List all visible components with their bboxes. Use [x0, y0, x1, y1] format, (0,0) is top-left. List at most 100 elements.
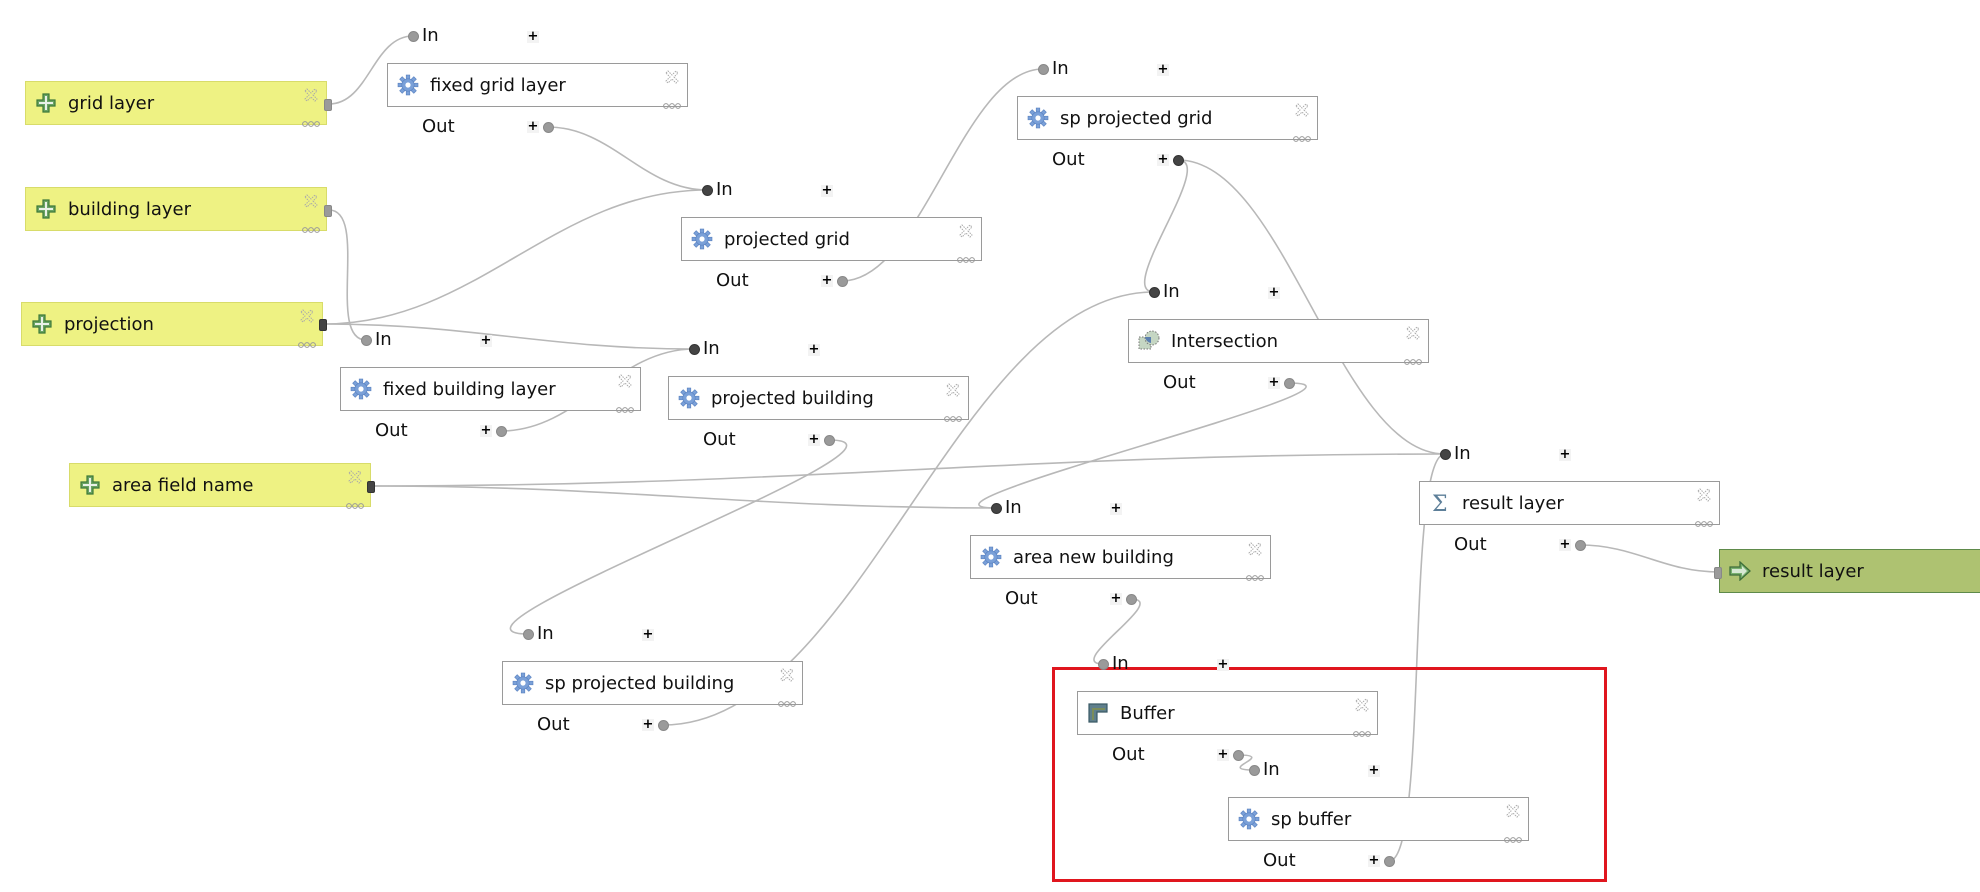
more-options-icon[interactable]	[1292, 128, 1312, 142]
more-options-icon[interactable]	[345, 495, 365, 509]
add-output-button[interactable]: +	[1368, 854, 1380, 867]
remove-icon[interactable]	[957, 222, 975, 240]
more-options-icon[interactable]	[956, 249, 976, 263]
remove-icon[interactable]	[346, 468, 364, 486]
more-options-icon[interactable]	[777, 693, 797, 707]
remove-icon[interactable]	[302, 86, 320, 104]
input-port-dot[interactable]	[1149, 287, 1160, 298]
algorithm-node-result-layer-alg[interactable]: Σ result layer	[1419, 481, 1720, 527]
input-port-dot[interactable]	[689, 344, 700, 355]
add-output-button[interactable]: +	[821, 274, 833, 287]
add-input-button[interactable]: +	[808, 343, 820, 356]
remove-icon[interactable]	[298, 307, 316, 325]
input-port-dot[interactable]	[523, 629, 534, 640]
add-output-button[interactable]: +	[642, 718, 654, 731]
more-options-icon[interactable]	[1503, 829, 1523, 843]
remove-icon[interactable]	[944, 381, 962, 399]
input-port-dot[interactable]	[1098, 659, 1109, 670]
out-port-label: Out	[422, 116, 455, 137]
output-port-dot[interactable]	[824, 435, 835, 446]
algorithm-node-fixed-grid-layer[interactable]: fixed grid layer	[387, 63, 688, 109]
add-input-button[interactable]: +	[1110, 502, 1122, 515]
remove-icon[interactable]	[616, 372, 634, 390]
output-port-dot[interactable]	[837, 276, 848, 287]
add-input-button[interactable]: +	[1559, 448, 1571, 461]
add-input-button[interactable]: +	[1268, 286, 1280, 299]
algorithm-node-sp-projected-grid[interactable]: sp projected grid	[1017, 96, 1318, 142]
algorithm-node-projected-building[interactable]: projected building	[668, 376, 969, 422]
more-options-icon[interactable]	[662, 95, 682, 109]
remove-icon[interactable]	[1353, 696, 1371, 714]
remove-icon[interactable]	[1293, 101, 1311, 119]
add-input-button[interactable]: +	[1157, 63, 1169, 76]
input-port-dot[interactable]	[408, 31, 419, 42]
input-node-area-field-name[interactable]: area field name	[69, 463, 371, 509]
more-options-icon[interactable]	[1352, 723, 1372, 737]
output-port-dot[interactable]	[543, 122, 554, 133]
input-port-dot[interactable]	[1440, 449, 1451, 460]
output-node-result-layer[interactable]: result layer	[1719, 549, 1980, 593]
add-input-button[interactable]: +	[821, 184, 833, 197]
more-options-icon[interactable]	[297, 334, 317, 348]
input-port-dot[interactable]	[361, 335, 372, 346]
algorithm-node-intersection[interactable]: Intersection	[1128, 319, 1429, 365]
add-output-button[interactable]: +	[1559, 538, 1571, 551]
output-port-dot[interactable]	[1384, 856, 1395, 867]
input-port-dot[interactable]	[702, 185, 713, 196]
output-port-dot[interactable]	[658, 720, 669, 731]
output-port-dot[interactable]	[1284, 378, 1295, 389]
add-output-button[interactable]: +	[1268, 376, 1280, 389]
algorithm-node-area-new-building[interactable]: area new building	[970, 535, 1271, 581]
algorithm-node-buffer[interactable]: Buffer	[1077, 691, 1378, 737]
more-options-icon[interactable]	[1245, 567, 1265, 581]
node-label: projection	[64, 313, 154, 335]
add-input-button[interactable]: +	[1217, 658, 1229, 671]
node-label: projected grid	[724, 228, 850, 250]
algorithm-node-fixed-building-layer[interactable]: fixed building layer	[340, 367, 641, 413]
output-input-port[interactable]	[1714, 567, 1722, 579]
input-node-building-layer[interactable]: building layer	[25, 187, 327, 233]
output-port-dot[interactable]	[1126, 594, 1137, 605]
add-output-button[interactable]: +	[808, 433, 820, 446]
add-output-button[interactable]: +	[1110, 592, 1122, 605]
more-options-icon[interactable]	[615, 399, 635, 413]
add-output-button[interactable]: +	[527, 120, 539, 133]
add-output-button[interactable]: +	[1157, 153, 1169, 166]
more-options-icon[interactable]	[943, 408, 963, 422]
remove-icon[interactable]	[663, 68, 681, 86]
output-port-dot[interactable]	[1173, 155, 1184, 166]
input-port-dot[interactable]	[991, 503, 1002, 514]
remove-icon[interactable]	[302, 192, 320, 210]
input-output-port[interactable]	[324, 99, 332, 111]
algorithm-node-sp-projected-building[interactable]: sp projected building	[502, 661, 803, 707]
more-options-icon[interactable]	[301, 113, 321, 127]
algorithm-node-sp-buffer[interactable]: sp buffer	[1228, 797, 1529, 843]
in-port-label: In	[1052, 58, 1069, 79]
algorithm-node-projected-grid[interactable]: projected grid	[681, 217, 982, 263]
input-port-dot[interactable]	[1249, 765, 1260, 776]
more-options-icon[interactable]	[1403, 351, 1423, 365]
output-port-dot[interactable]	[496, 426, 507, 437]
more-options-icon[interactable]	[301, 219, 321, 233]
input-output-port[interactable]	[319, 319, 327, 331]
input-node-projection[interactable]: projection	[21, 302, 323, 348]
input-node-grid-layer[interactable]: grid layer	[25, 81, 327, 127]
remove-icon[interactable]	[1695, 486, 1713, 504]
add-input-button[interactable]: +	[1368, 764, 1380, 777]
add-output-button[interactable]: +	[1217, 748, 1229, 761]
remove-icon[interactable]	[1504, 802, 1522, 820]
gear-icon	[396, 73, 420, 97]
add-input-button[interactable]: +	[642, 628, 654, 641]
input-output-port[interactable]	[367, 481, 375, 493]
input-port-dot[interactable]	[1038, 64, 1049, 75]
remove-icon[interactable]	[1246, 540, 1264, 558]
more-options-icon[interactable]	[1694, 513, 1714, 527]
output-port-dot[interactable]	[1575, 540, 1586, 551]
add-input-button[interactable]: +	[480, 334, 492, 347]
remove-icon[interactable]	[778, 666, 796, 684]
add-output-button[interactable]: +	[480, 424, 492, 437]
add-input-button[interactable]: +	[527, 30, 539, 43]
remove-icon[interactable]	[1404, 324, 1422, 342]
input-output-port[interactable]	[324, 205, 332, 217]
output-port-dot[interactable]	[1233, 750, 1244, 761]
